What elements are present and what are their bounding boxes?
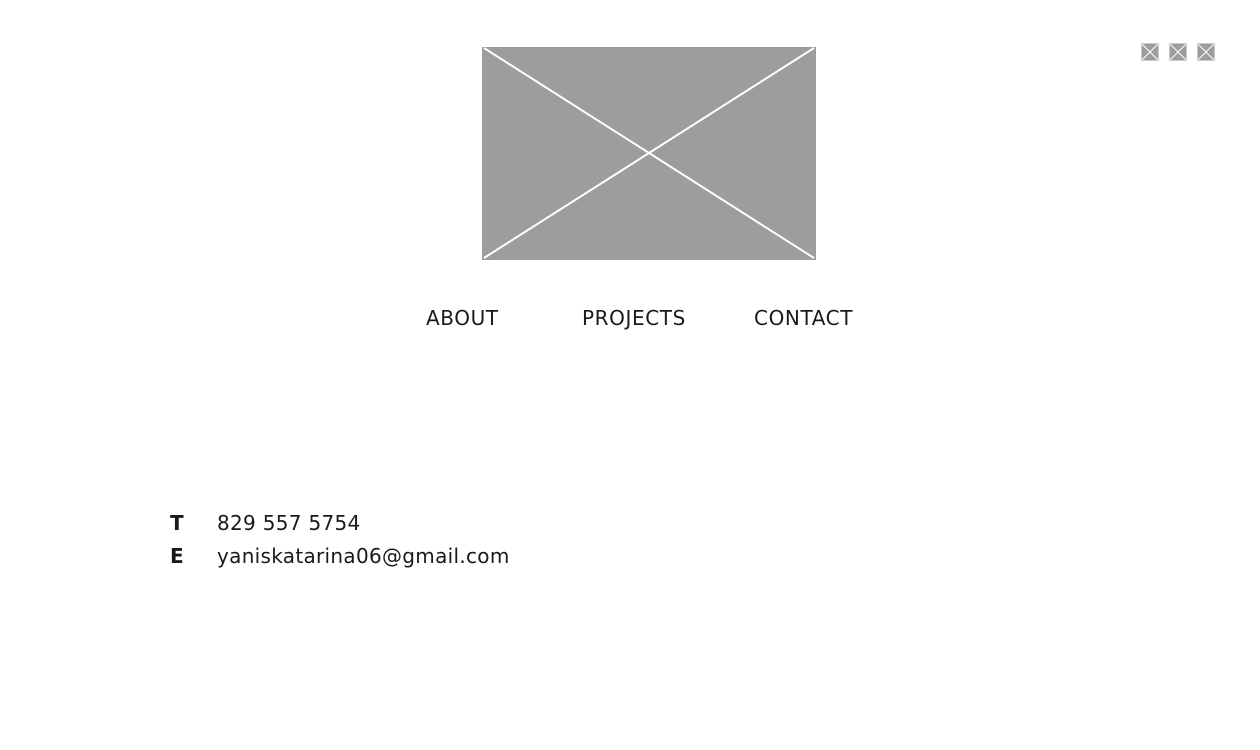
email-row: E yaniskatarina06@gmail.com	[170, 541, 510, 574]
social-links	[1141, 43, 1215, 61]
social-link-1[interactable]	[1141, 43, 1159, 61]
image-placeholder-icon	[1169, 43, 1187, 61]
social-link-3[interactable]	[1197, 43, 1215, 61]
main-nav: ABOUT PROJECTS CONTACT	[0, 303, 1260, 333]
nav-link-projects[interactable]: PROJECTS	[582, 303, 686, 333]
phone-row: T 829 557 5754	[170, 508, 510, 541]
image-placeholder-icon	[482, 47, 816, 260]
image-placeholder-icon	[1141, 43, 1159, 61]
phone-number: 829 557 5754	[217, 511, 361, 535]
contact-info: T 829 557 5754 E yaniskatarina06@gmail.c…	[170, 508, 510, 574]
email-link[interactable]: yaniskatarina06@gmail.com	[217, 541, 510, 571]
nav-link-contact[interactable]: CONTACT	[754, 303, 853, 333]
social-link-2[interactable]	[1169, 43, 1187, 61]
phone-label: T	[170, 511, 184, 535]
logo-image-placeholder	[482, 47, 816, 260]
nav-link-about[interactable]: ABOUT	[426, 303, 499, 333]
image-placeholder-icon	[1197, 43, 1215, 61]
email-label: E	[170, 544, 184, 568]
